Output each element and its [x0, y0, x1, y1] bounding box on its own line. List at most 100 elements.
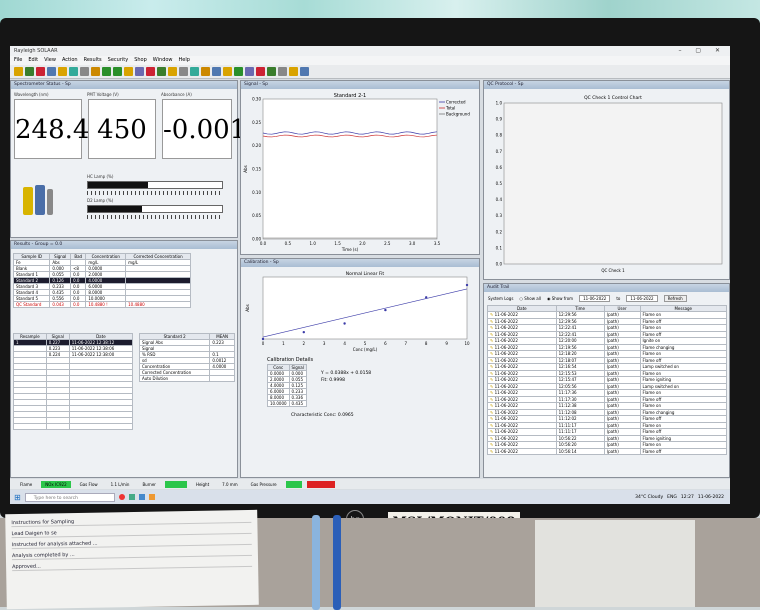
calibration-y-label: Abs — [245, 304, 250, 311]
toolbar-button-icon[interactable] — [234, 67, 243, 76]
toolbar-button-icon[interactable] — [256, 67, 265, 76]
results-cell: 0.0 — [70, 301, 87, 308]
d2-lamp-bar — [87, 205, 223, 213]
audit-cell-text: 12:20:00 — [558, 338, 577, 344]
toolbar — [10, 65, 730, 79]
status-item: Gas Pressure — [250, 481, 277, 487]
audit-filter-label: System Logs — [488, 296, 514, 301]
menu-item-security[interactable]: Security — [108, 56, 129, 65]
toolbar-button-icon[interactable] — [157, 67, 166, 76]
toolbar-button-icon[interactable] — [14, 67, 23, 76]
calibration-table: Conc Signal 0.0000 0.000 2.0000 0.055 4.0000 0.… — [267, 364, 307, 407]
toolbar-button-icon[interactable] — [69, 67, 78, 76]
audit-cell-text: Ignite on — [642, 338, 661, 344]
toolbar-button-icon[interactable] — [212, 67, 221, 76]
menu-item-action[interactable]: Action — [62, 56, 78, 65]
results-column-header: Concentration — [85, 253, 127, 260]
audit-cell-text: 10:56:14 — [558, 448, 577, 454]
menu-item-help[interactable]: Help — [179, 56, 190, 65]
qc-y-tick: 0.1 — [496, 245, 503, 250]
toolbar-button-icon[interactable] — [300, 67, 309, 76]
weather-label[interactable]: 34°C Cloudy — [635, 495, 663, 500]
audit-cell-text: (path) — [606, 416, 619, 422]
taskbar-app-icon[interactable] — [138, 494, 145, 500]
signal-panel: Signal - Sp Standard 2-1 0.30 0.25 0.20 0.15… — [240, 80, 480, 255]
taskbar-app-icon[interactable] — [148, 494, 155, 500]
toolbar-button-icon[interactable] — [124, 67, 133, 76]
audit-cell-text: 11-06-2022 — [494, 370, 518, 376]
wavelength-readout: 248.4 — [14, 99, 89, 159]
toolbar-button-icon[interactable] — [179, 67, 188, 76]
toolbar-button-icon[interactable] — [278, 67, 287, 76]
toolbar-button-icon[interactable] — [267, 67, 276, 76]
calibration-chart: Normal Linear Fit 0 1 2 3 4 5 6 7 8 9 10 Conc (mg/L)… — [245, 271, 470, 352]
signal-y-label: Abs — [243, 165, 248, 172]
audit-cell-text: (path) — [606, 364, 619, 370]
toolbar-button-icon[interactable] — [47, 67, 56, 76]
calibration-cell: 0.435 — [288, 400, 307, 407]
status-item: Flame — [20, 481, 33, 487]
toolbar-button-icon[interactable] — [36, 67, 45, 76]
status-item: 7.0 mm — [222, 481, 238, 487]
empty-cell — [45, 423, 70, 430]
menu-item-view[interactable]: View — [44, 56, 56, 65]
taskbar-search[interactable]: Type here to search — [24, 492, 115, 502]
calibration-x-tick: 5 — [364, 341, 367, 346]
refresh-button[interactable]: Refresh — [663, 295, 687, 302]
toolbar-button-icon[interactable] — [135, 67, 144, 76]
signal-x-label: Time (s) — [341, 247, 359, 252]
gas-pressure-alarm — [306, 480, 335, 488]
qc-chart: QC Check 1 Control Chart 1.0 0.9 0.8 0.7 0.6 0… — [496, 95, 723, 273]
table-row[interactable]: QC Standard 0.043 0.0 10.4880 ! 10.4880 — [12, 301, 191, 308]
audit-cell-text: 12:18:07 — [558, 357, 577, 363]
calibration-column-header: Signal — [288, 364, 307, 371]
audit-cell-text: 11:17:30 — [558, 396, 577, 402]
detail-cell — [209, 375, 235, 382]
show-all-radio[interactable]: ○ Show all — [519, 296, 541, 301]
window-title: Rayleigh SOLAAR — [14, 48, 58, 54]
taskbar-app-icon[interactable] — [118, 494, 125, 500]
spectrometer-panel: Spectrometer Status - Sp Wavelength (nm)… — [10, 80, 246, 238]
date-from-input[interactable]: 11-06-2022 — [579, 295, 611, 302]
hc-lamp-fill — [88, 182, 149, 188]
toolbar-button-icon[interactable] — [113, 67, 122, 76]
audit-cell-text: Flame on — [642, 422, 661, 428]
audit-cell-text: Flame off — [642, 396, 662, 402]
audit-cell-text: (path) — [606, 403, 619, 409]
paper-sheet: Instructions for Sampling Lead Daigen to … — [5, 509, 259, 610]
toolbar-button-icon[interactable] — [201, 67, 210, 76]
table-row: 10.0000 0.435 — [267, 400, 307, 407]
taskbar-app-icon[interactable] — [128, 494, 135, 500]
menu-item-results[interactable]: Results — [84, 56, 102, 65]
window-controls[interactable]: – ▢ ✕ — [678, 46, 726, 56]
toolbar-button-icon[interactable] — [102, 67, 111, 76]
windows-start-icon[interactable]: ⊞ — [14, 493, 21, 502]
white-object — [535, 520, 695, 607]
menu-item-edit[interactable]: Edit — [28, 56, 38, 65]
menu-item-window[interactable]: Window — [153, 56, 173, 65]
toolbar-button-icon[interactable] — [146, 67, 155, 76]
date-to-input[interactable]: 11-06-2022 — [626, 295, 658, 302]
clock-time[interactable]: 12:27 — [681, 495, 694, 500]
signal-title: Standard 2-1 — [334, 93, 367, 99]
audit-cell-text: 10:56:20 — [558, 442, 577, 448]
toolbar-button-icon[interactable] — [289, 67, 298, 76]
toolbar-button-icon[interactable] — [168, 67, 177, 76]
audit-header: Audit Trail — [484, 284, 729, 292]
toolbar-button-icon[interactable] — [245, 67, 254, 76]
menu-item-shop[interactable]: Shop — [134, 56, 147, 65]
toolbar-button-icon[interactable] — [91, 67, 100, 76]
toolbar-button-icon[interactable] — [223, 67, 232, 76]
audit-cell-text: Flame changing — [642, 409, 675, 415]
toolbar-button-icon[interactable] — [80, 67, 89, 76]
show-from-radio[interactable]: ◉ Show from — [547, 296, 573, 301]
toolbar-button-icon[interactable] — [58, 67, 67, 76]
menu-item-file[interactable]: File — [14, 56, 22, 65]
toolbar-button-icon[interactable] — [25, 67, 34, 76]
toolbar-button-icon[interactable] — [190, 67, 199, 76]
clock-date[interactable]: 11-06-2022 — [698, 495, 724, 500]
audit-filter-bar: System Logs ○ Show all ◉ Show from 11-06… — [488, 295, 687, 302]
audit-cell-text: 11-06-2022 — [494, 442, 518, 448]
table-row[interactable]: ✎ 11-06-2022 10:56:14 (path) Flame off — [487, 447, 727, 455]
audit-cell-text: Lamp switched on — [642, 383, 679, 389]
